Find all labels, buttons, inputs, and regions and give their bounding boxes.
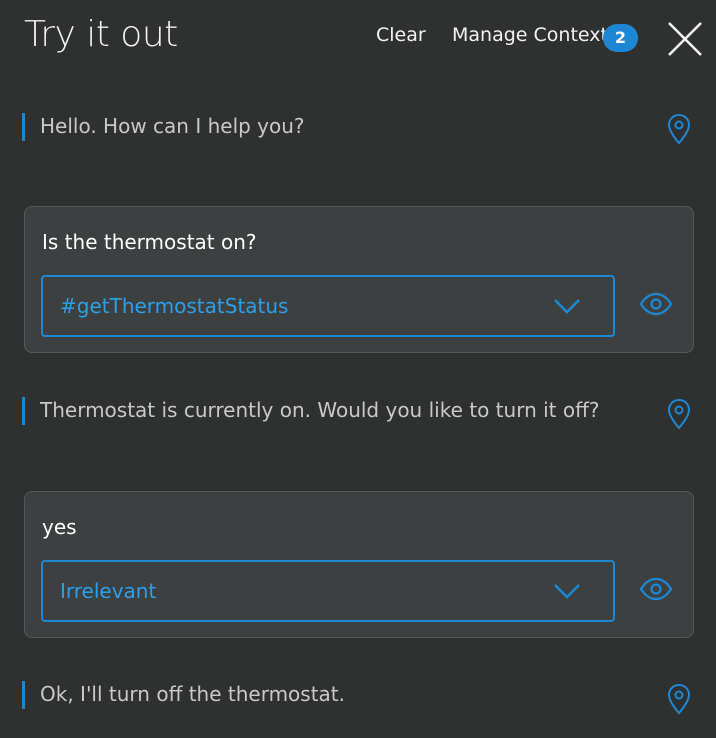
location-pin-icon[interactable] — [666, 113, 692, 145]
bot-message-text: Hello. How can I help you? — [40, 114, 305, 138]
panel-title: Try it out — [24, 14, 178, 55]
user-message-text: Is the thermostat on? — [42, 230, 257, 254]
manage-context-button[interactable]: Manage Context — [452, 24, 608, 46]
header: Try it out Clear Manage Context 2 — [0, 0, 716, 80]
eye-icon[interactable] — [639, 576, 673, 602]
message-accent-bar — [22, 397, 25, 425]
location-pin-icon[interactable] — [666, 683, 692, 715]
user-message-text: yes — [42, 515, 77, 539]
bot-message: Hello. How can I help you? — [22, 112, 662, 142]
bot-message: Ok, I'll turn off the thermostat. — [22, 680, 662, 710]
message-accent-bar — [22, 681, 25, 709]
message-accent-bar — [22, 113, 25, 141]
context-count-badge[interactable]: 2 — [603, 24, 638, 52]
chevron-down-icon — [554, 584, 580, 599]
bot-message-text: Ok, I'll turn off the thermostat. — [40, 682, 346, 706]
intent-dropdown[interactable]: #getThermostatStatus — [41, 275, 615, 337]
chevron-down-icon — [554, 299, 580, 314]
user-message-card: Is the thermostat on? #getThermostatStat… — [24, 206, 694, 353]
intent-dropdown[interactable]: Irrelevant — [41, 560, 615, 622]
intent-value: Irrelevant — [60, 579, 157, 603]
bot-message-text: Thermostat is currently on. Would you li… — [40, 398, 600, 422]
eye-icon[interactable] — [639, 291, 673, 317]
close-icon[interactable] — [666, 20, 704, 58]
location-pin-icon[interactable] — [666, 398, 692, 430]
clear-button[interactable]: Clear — [376, 24, 426, 46]
bot-message: Thermostat is currently on. Would you li… — [22, 396, 662, 426]
intent-value: #getThermostatStatus — [60, 294, 289, 318]
user-message-card: yes Irrelevant — [24, 491, 694, 638]
